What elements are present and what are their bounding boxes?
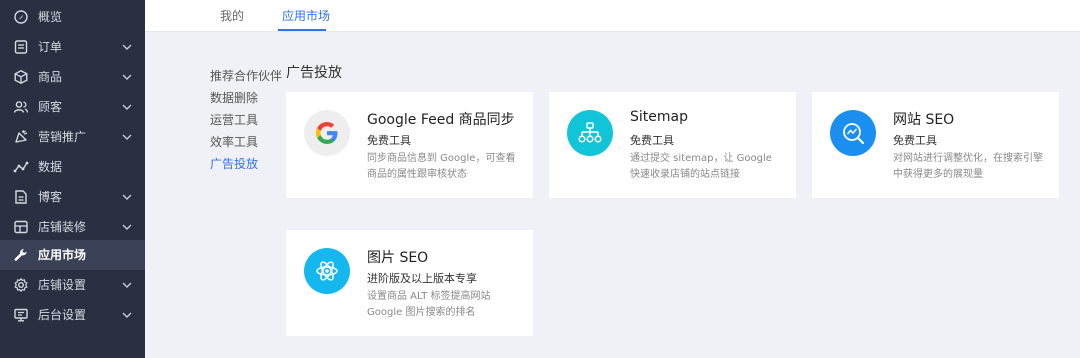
app-card-sitemap[interactable]: Sitemap 免费工具 通过提交 sitemap，让 Google 快速收录店… [549, 92, 796, 198]
app-card-image-seo[interactable]: 图片 SEO 进阶版及以上版本专享 设置商品 ALT 标签提高网站 Google… [286, 230, 533, 336]
section-title: 广告投放 [286, 65, 342, 81]
google-icon [304, 110, 350, 156]
app-card-google-feed[interactable]: Google Feed 商品同步 免费工具 同步商品信息到 Google，可查看… [286, 92, 533, 198]
sidebar-item-admin-settings[interactable]: 后台设置 [0, 300, 145, 330]
card-title: Sitemap [630, 109, 688, 125]
sidebar-item-overview[interactable]: 概览 [0, 2, 145, 32]
card-subtitle: 免费工具 [367, 134, 411, 147]
marketing-icon [15, 130, 28, 143]
sidebar-item-marketing[interactable]: 营销推广 [0, 122, 145, 152]
sidebar-item-products[interactable]: 商品 [0, 62, 145, 92]
tab-mine[interactable]: 我的 [220, 7, 244, 24]
sidebar-item-label: 博客 [38, 190, 63, 204]
sidebar: 概览 订单 商品 顾客 营销推广 数据 博客 店铺装修 应用市场 店铺设置 后台… [0, 0, 145, 358]
sidebar-item-store-design[interactable]: 店铺装修 [0, 212, 145, 242]
atom-icon [304, 248, 350, 294]
card-description: 设置商品 ALT 标签提高网站 Google 图片搜索的排名 [367, 291, 491, 318]
app-card-website-seo[interactable]: 网站 SEO 免费工具 对网站进行调整优化，在搜索引擎中获得更多的展现量 [812, 92, 1059, 198]
sitemap-icon [567, 110, 613, 156]
subnav-item-operation-tools[interactable]: 运营工具 [210, 111, 258, 128]
sidebar-item-data[interactable]: 数据 [0, 152, 145, 182]
top-tab-bar: 我的 应用市场 [145, 0, 1080, 32]
sidebar-item-store-settings[interactable]: 店铺设置 [0, 270, 145, 300]
chevron-down-icon[interactable] [121, 221, 133, 233]
sidebar-item-orders[interactable]: 订单 [0, 32, 145, 62]
data-chart-icon [13, 161, 29, 173]
settings-icon [14, 277, 28, 293]
chevron-down-icon[interactable] [121, 191, 133, 203]
dashboard-icon [14, 10, 28, 24]
sidebar-item-app-market[interactable]: 应用市场 [0, 240, 145, 270]
blog-icon [15, 190, 27, 204]
sidebar-item-label: 营销推广 [38, 130, 87, 144]
chevron-down-icon[interactable] [121, 71, 133, 83]
subnav-item-data-deletion[interactable]: 数据删除 [210, 89, 258, 106]
card-description: 同步商品信息到 Google，可查看商品的属性跟审核状态 [367, 153, 516, 180]
sidebar-item-label: 店铺设置 [38, 278, 87, 292]
card-title: 网站 SEO [893, 112, 955, 128]
card-description: 通过提交 sitemap，让 Google 快速收录店铺的站点链接 [630, 153, 772, 180]
wrench-icon [14, 248, 27, 261]
card-title: Google Feed 商品同步 [367, 112, 515, 128]
card-title: 图片 SEO [367, 250, 429, 266]
sidebar-item-label: 店铺装修 [38, 220, 87, 234]
chevron-down-icon[interactable] [121, 101, 133, 113]
chevron-down-icon[interactable] [121, 41, 133, 53]
chevron-down-icon[interactable] [121, 131, 133, 143]
card-subtitle: 进阶版及以上版本专享 [367, 272, 477, 285]
sidebar-item-blog[interactable]: 博客 [0, 182, 145, 212]
chevron-down-icon[interactable] [121, 309, 133, 321]
card-subtitle: 免费工具 [893, 134, 937, 147]
sidebar-item-label: 应用市场 [38, 248, 87, 262]
customers-icon [13, 101, 29, 113]
seo-search-icon [830, 110, 876, 156]
subnav-item-advertising[interactable]: 广告投放 [210, 155, 258, 172]
card-description: 对网站进行调整优化，在搜索引擎中获得更多的展现量 [893, 153, 1043, 180]
active-tab-indicator [278, 29, 326, 31]
store-design-icon [14, 220, 28, 234]
tab-app-market[interactable]: 应用市场 [282, 7, 330, 24]
card-subtitle: 免费工具 [630, 134, 674, 147]
sidebar-item-label: 商品 [38, 70, 63, 84]
sidebar-item-label: 顾客 [38, 100, 63, 114]
subnav-item-partners[interactable]: 推荐合作伙伴 [210, 67, 282, 84]
subnav-item-efficiency-tools[interactable]: 效率工具 [210, 133, 258, 150]
order-icon [14, 40, 28, 54]
sidebar-item-label: 后台设置 [38, 308, 87, 322]
sidebar-item-label: 概览 [38, 10, 63, 24]
product-box-icon [14, 70, 28, 84]
sidebar-item-label: 数据 [38, 160, 63, 174]
chevron-down-icon[interactable] [121, 279, 133, 291]
monitor-icon [14, 308, 28, 322]
sidebar-item-customers[interactable]: 顾客 [0, 92, 145, 122]
sidebar-item-label: 订单 [38, 40, 63, 54]
